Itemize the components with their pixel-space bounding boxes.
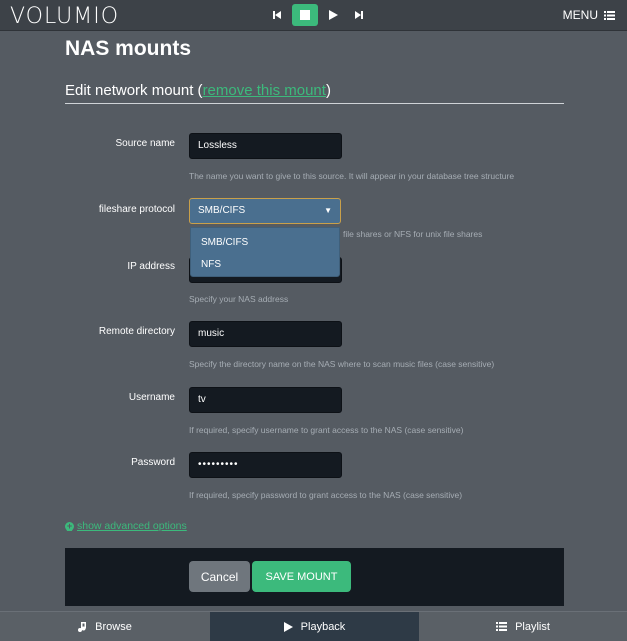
protocol-option-smb[interactable]: SMB/CIFS <box>201 237 248 248</box>
show-advanced-options-link[interactable]: + show advanced options <box>65 520 187 532</box>
protocol-label: fileshare protocol <box>98 204 175 215</box>
section-title: Edit network mount (remove this mount) <box>65 82 331 99</box>
section-title-prefix: Edit network mount ( <box>65 82 203 99</box>
volumio-logo[interactable]: VOLUMIO <box>10 4 119 29</box>
remote-directory-label: Remote directory <box>98 326 175 337</box>
source-name-label: Source name <box>115 138 175 149</box>
protocol-dropdown-menu: SMB/CIFS NFS <box>190 227 340 277</box>
tab-browse-label: Browse <box>95 620 132 633</box>
tab-playback[interactable]: Playback <box>210 611 419 641</box>
skip-next-icon <box>355 11 363 19</box>
music-note-icon <box>78 621 87 632</box>
menu-button[interactable]: MENU <box>563 8 615 22</box>
stop-icon <box>300 10 310 20</box>
play-button[interactable] <box>322 4 344 26</box>
cancel-button[interactable]: Cancel <box>189 561 250 592</box>
tab-browse[interactable]: Browse <box>0 611 210 641</box>
section-title-suffix: ) <box>325 82 331 99</box>
list-icon <box>496 622 508 631</box>
caret-down-icon: ▼ <box>324 206 332 215</box>
tab-playlist-label: Playlist <box>515 620 550 633</box>
ip-address-label: IP address <box>127 261 175 272</box>
remote-directory-input[interactable]: music <box>189 321 342 347</box>
top-bar: VOLUMIO MENU <box>0 0 627 31</box>
username-help: If required, specify username to grant a… <box>189 425 464 435</box>
username-input[interactable]: tv <box>189 387 342 413</box>
username-label: Username <box>128 392 175 403</box>
play-icon <box>329 10 338 20</box>
menu-label: MENU <box>562 8 598 22</box>
password-input[interactable]: ••••••••• <box>189 452 342 478</box>
play-icon <box>283 621 293 632</box>
protocol-selected-value: SMB/CIFS <box>198 205 246 216</box>
ip-address-help: Specify your NAS address <box>189 294 289 304</box>
protocol-option-nfs[interactable]: NFS <box>201 259 221 270</box>
bottom-navigation: Browse Playback Playlist <box>0 611 627 641</box>
next-button[interactable] <box>348 4 370 26</box>
source-name-help: The name you want to give to this source… <box>189 171 515 181</box>
password-label: Password <box>131 457 175 468</box>
tab-playback-label: Playback <box>300 620 346 633</box>
section-divider <box>65 103 564 104</box>
stop-button[interactable] <box>292 4 318 26</box>
protocol-help: file shares or NFS for unix file shares <box>343 229 483 239</box>
remove-mount-link[interactable]: remove this mount <box>203 82 326 99</box>
remote-directory-help: Specify the directory name on the NAS wh… <box>189 359 495 369</box>
previous-button[interactable] <box>266 4 288 26</box>
list-icon <box>604 10 615 20</box>
password-help: If required, specify password to grant a… <box>189 490 463 500</box>
page-title: NAS mounts <box>65 37 191 60</box>
protocol-select[interactable]: SMB/CIFS ▼ <box>189 198 341 224</box>
tab-playlist[interactable]: Playlist <box>419 611 627 641</box>
plus-circle-icon: + <box>65 520 74 531</box>
save-mount-button[interactable]: SAVE MOUNT <box>252 561 351 592</box>
skip-previous-icon <box>273 11 281 19</box>
source-name-input[interactable]: Lossless <box>189 133 342 159</box>
advanced-options-label: show advanced options <box>77 520 187 532</box>
transport-controls <box>266 4 374 26</box>
